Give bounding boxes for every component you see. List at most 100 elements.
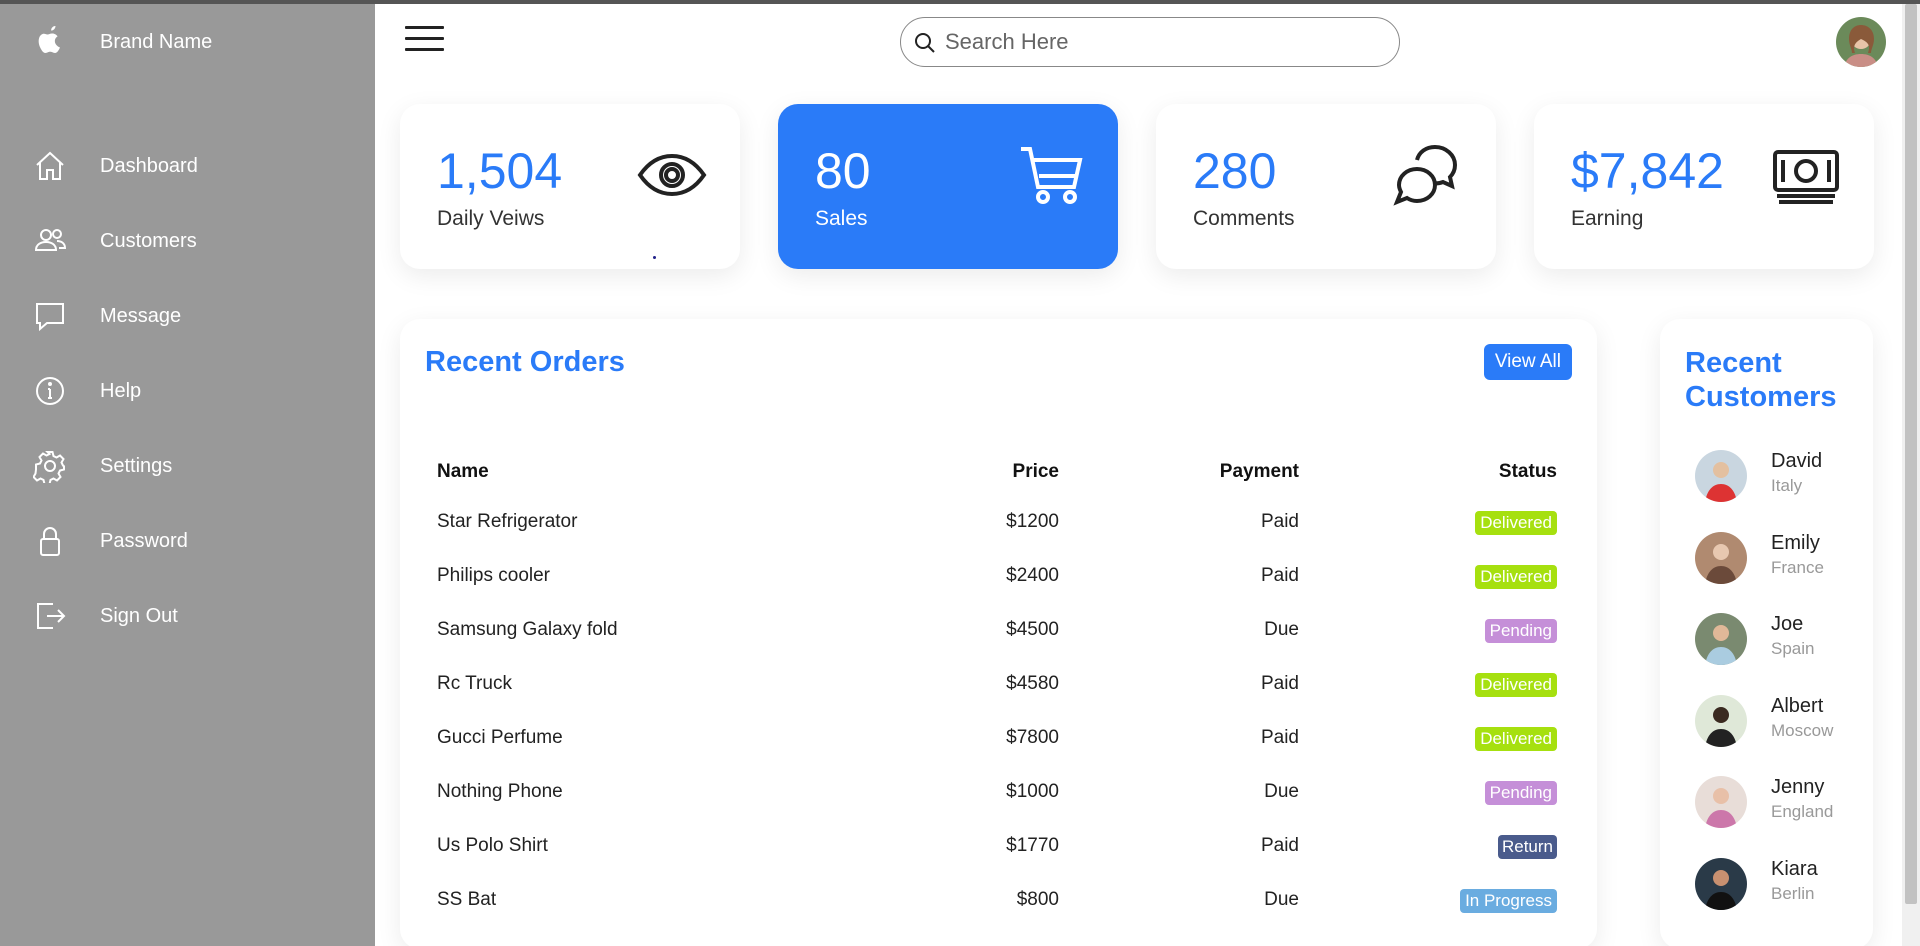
- customer-name: Joe: [1771, 613, 1804, 635]
- status-badge-wrap: Pending: [1484, 619, 1557, 643]
- customer-country: Spain: [1771, 639, 1815, 658]
- order-payment: Paid: [1260, 565, 1299, 586]
- customer-avatar: [1695, 776, 1747, 828]
- sidebar-item-password[interactable]: Password: [30, 516, 360, 566]
- order-price: $800: [1016, 889, 1059, 910]
- status-badge: Delivered: [1475, 673, 1557, 697]
- menu-toggle-button[interactable]: [405, 26, 445, 56]
- sidebar-item-label: Sign Out: [100, 604, 178, 627]
- order-price: $4500: [1006, 619, 1059, 640]
- sidebar-item-message[interactable]: Message: [30, 291, 360, 341]
- chat-bubbles-icon: [1393, 144, 1458, 206]
- customer-item[interactable]: Emily France: [1695, 531, 1870, 592]
- order-name: Rc Truck: [437, 673, 512, 694]
- customer-avatar: [1695, 531, 1747, 584]
- status-badge: Return: [1497, 835, 1557, 859]
- stat-card-earning[interactable]: $7,842 Earning: [1534, 104, 1874, 269]
- status-badge: Pending: [1484, 781, 1557, 805]
- customer-item[interactable]: Joe Spain: [1695, 613, 1870, 673]
- customer-country: England: [1771, 802, 1834, 821]
- header-status: Status: [1498, 461, 1557, 482]
- stat-label: Comments: [1193, 207, 1295, 230]
- order-payment: Paid: [1260, 673, 1299, 694]
- table-row[interactable]: Rc Truck $4580 Paid Delivered: [437, 663, 1577, 707]
- order-payment: Due: [1264, 889, 1299, 910]
- search-box: [900, 17, 1400, 67]
- table-row[interactable]: Philips cooler $2400 Paid Delivered: [437, 555, 1577, 599]
- main-content: 1,504 Daily Veiws 80 Sales 280 Comments …: [375, 4, 1902, 946]
- status-badge: Delivered: [1475, 511, 1557, 535]
- table-row[interactable]: Gucci Perfume $7800 Paid Delivered: [437, 717, 1577, 761]
- status-badge: Delivered: [1475, 727, 1557, 751]
- order-payment: Paid: [1260, 727, 1299, 748]
- order-payment: Due: [1264, 781, 1299, 802]
- view-all-button[interactable]: View All: [1483, 344, 1572, 380]
- decorative-dot: [653, 256, 656, 259]
- customer-item[interactable]: Jenny England: [1695, 776, 1870, 836]
- search-icon: [915, 33, 935, 53]
- sidebar-item-label: Dashboard: [100, 154, 198, 177]
- stat-number: 280: [1193, 143, 1277, 199]
- order-price: $1200: [1006, 511, 1059, 532]
- stat-label: Daily Veiws: [437, 207, 545, 230]
- vertical-scrollbar[interactable]: [1902, 4, 1920, 946]
- sidebar-item-label: Message: [100, 304, 182, 327]
- order-price: $4580: [1006, 673, 1059, 694]
- table-row[interactable]: Star Refrigerator $1200 Paid Delivered: [437, 501, 1577, 545]
- customer-item[interactable]: David Italy: [1695, 450, 1870, 510]
- stat-label: Earning: [1571, 207, 1644, 230]
- recent-orders-panel: Recent Orders View All Name Price Paymen…: [400, 319, 1597, 946]
- stat-card-sales[interactable]: 80 Sales: [778, 104, 1118, 269]
- sidebar-item-help[interactable]: Help: [30, 366, 360, 416]
- chat-icon: [30, 296, 70, 336]
- header-price: Price: [1012, 461, 1059, 482]
- table-row[interactable]: Samsung Galaxy fold $4500 Due Pending: [437, 609, 1577, 653]
- table-row[interactable]: Nothing Phone $1000 Due Pending: [437, 771, 1577, 815]
- sidebar-item-customers[interactable]: Customers: [30, 216, 360, 266]
- status-badge-wrap: Pending: [1484, 781, 1557, 805]
- stat-card-comments[interactable]: 280 Comments: [1156, 104, 1496, 269]
- home-icon: [30, 146, 70, 186]
- search-input[interactable]: [945, 26, 1385, 58]
- customer-name: Emily: [1771, 531, 1820, 554]
- stat-number: $7,842: [1571, 143, 1724, 199]
- order-payment: Paid: [1260, 511, 1299, 532]
- recent-customers-panel: Recent Customers David Italy Emily France Jo…: [1660, 319, 1873, 946]
- sidebar-item-dashboard[interactable]: Dashboard: [30, 141, 360, 191]
- stat-card-views[interactable]: 1,504 Daily Veiws: [400, 104, 740, 269]
- order-payment: Due: [1264, 619, 1299, 640]
- menu-icon: [405, 26, 444, 29]
- customer-country: Berlin: [1771, 883, 1815, 903]
- order-price: $7800: [1006, 727, 1059, 748]
- user-avatar[interactable]: [1836, 17, 1886, 67]
- status-badge: Delivered: [1475, 565, 1557, 589]
- status-badge: Pending: [1484, 619, 1557, 643]
- table-row[interactable]: Us Polo Shirt $1770 Paid Return: [437, 825, 1577, 869]
- header-payment: Payment: [1219, 461, 1299, 482]
- header-name: Name: [437, 461, 489, 482]
- cash-icon: [1773, 150, 1839, 204]
- status-badge-wrap: Return: [1497, 835, 1557, 859]
- brand[interactable]: Brand Name: [30, 22, 212, 58]
- order-payment: Paid: [1260, 835, 1299, 856]
- scrollbar-thumb[interactable]: [1905, 4, 1917, 904]
- table-header: Name Price Payment Status: [437, 451, 1577, 495]
- order-name: Samsung Galaxy fold: [437, 619, 618, 640]
- customer-avatar: [1695, 857, 1747, 910]
- cart-icon: [1021, 147, 1083, 204]
- customer-item[interactable]: Kiara Berlin: [1695, 857, 1870, 918]
- sidebar-item-sign-out[interactable]: Sign Out: [30, 591, 360, 641]
- sidebar-item-label: Help: [100, 379, 142, 402]
- sidebar-item-settings[interactable]: Settings: [30, 441, 360, 491]
- customer-item[interactable]: Albert Moscow: [1695, 694, 1870, 755]
- status-badge-wrap: Delivered: [1475, 511, 1557, 535]
- order-price: $1000: [1006, 781, 1059, 802]
- status-badge-wrap: Delivered: [1475, 727, 1557, 751]
- customer-country: France: [1771, 557, 1824, 577]
- order-name: Star Refrigerator: [437, 511, 578, 532]
- table-row[interactable]: SS Bat $800 Due In Progress: [437, 879, 1577, 923]
- customer-avatar: [1695, 694, 1747, 747]
- order-price: $1770: [1006, 835, 1059, 856]
- status-badge-wrap: Delivered: [1475, 673, 1557, 697]
- stat-number: 1,504: [437, 143, 563, 199]
